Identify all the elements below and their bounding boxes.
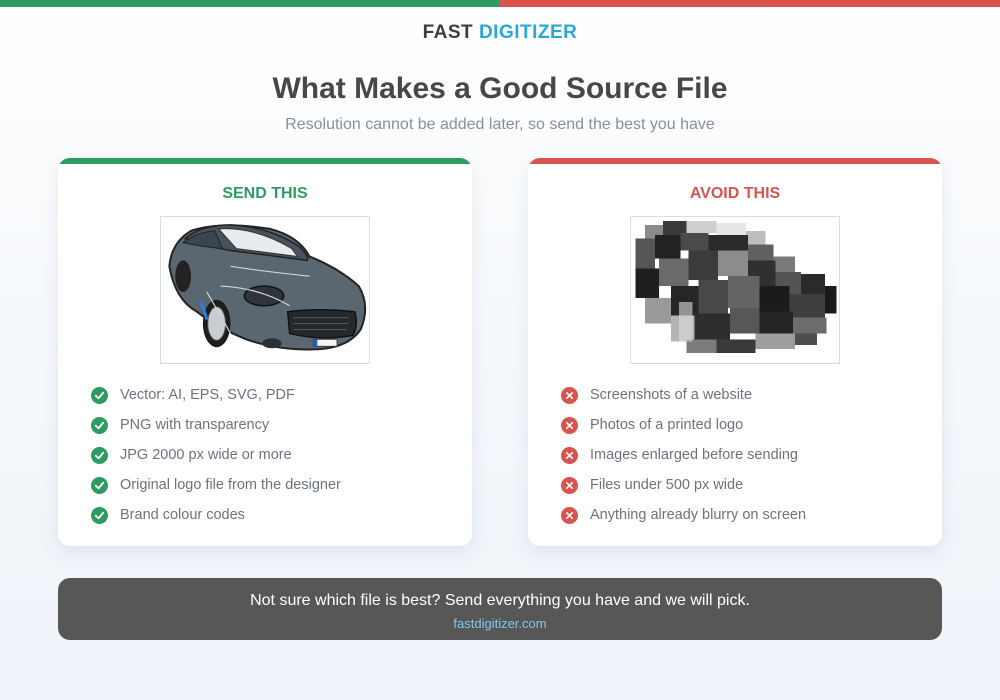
- list-item-label: Anything already blurry on screen: [590, 507, 807, 523]
- website-link[interactable]: fastdigitizer.com: [58, 616, 942, 631]
- top-accent-red: [500, 0, 1000, 7]
- check-circle-icon: [91, 476, 108, 494]
- x-circle-icon: [561, 506, 578, 524]
- check-circle-icon: [91, 506, 108, 524]
- pixelated-car-image: [630, 216, 840, 364]
- x-circle-icon: [561, 416, 578, 434]
- footer-message: Not sure which file is best? Send everyt…: [250, 592, 750, 609]
- top-accent-bar: [0, 0, 1000, 7]
- brand-word-digitizer: DIGITIZER: [478, 22, 578, 43]
- list-item: Anything already blurry on screen: [561, 500, 921, 530]
- list-item-label: Images enlarged before sending: [590, 447, 798, 463]
- top-accent-green: [0, 0, 500, 7]
- list-item: Vector: AI, EPS, SVG, PDF: [91, 380, 451, 410]
- sharp-car-image: [160, 216, 370, 364]
- list-item: Brand colour codes: [91, 500, 451, 530]
- list-item-label: Photos of a printed logo: [590, 417, 744, 433]
- brand-logo: FAST DIGITIZER: [0, 22, 1000, 44]
- x-circle-icon: [561, 476, 578, 494]
- send-this-card: SEND THIS Vector: AI, EPS, SVG, PDF PNG …: [58, 158, 472, 546]
- check-circle-icon: [91, 416, 108, 434]
- list-item-label: PNG with transparency: [120, 417, 270, 433]
- check-circle-icon: [91, 386, 108, 404]
- list-item-label: Brand colour codes: [120, 507, 245, 523]
- list-item: Photos of a printed logo: [561, 410, 921, 440]
- check-circle-icon: [91, 446, 108, 464]
- list-item: Images enlarged before sending: [561, 440, 921, 470]
- list-item-label: Vector: AI, EPS, SVG, PDF: [120, 387, 295, 403]
- x-circle-icon: [561, 386, 578, 404]
- list-item: Screenshots of a website: [561, 380, 921, 410]
- avoid-this-heading: AVOID THIS: [689, 185, 781, 202]
- page-title: What Makes a Good Source File: [272, 72, 728, 105]
- list-item: PNG with transparency: [91, 410, 451, 440]
- send-this-stripe: [58, 158, 472, 164]
- x-circle-icon: [561, 446, 578, 464]
- avoid-this-stripe: [528, 158, 942, 164]
- list-item: Files under 500 px wide: [561, 470, 921, 500]
- list-item: JPG 2000 px wide or more: [91, 440, 451, 470]
- send-this-heading: SEND THIS: [222, 185, 308, 202]
- avoid-this-list: Screenshots of a website Photos of a pri…: [561, 380, 921, 530]
- list-item: Original logo file from the designer: [91, 470, 451, 500]
- footer-banner: Not sure which file is best? Send everyt…: [58, 578, 942, 640]
- list-item-label: JPG 2000 px wide or more: [120, 447, 292, 463]
- list-item-label: Screenshots of a website: [590, 387, 753, 403]
- list-item-label: Original logo file from the designer: [120, 477, 341, 493]
- send-this-list: Vector: AI, EPS, SVG, PDF PNG with trans…: [91, 380, 451, 530]
- list-item-label: Files under 500 px wide: [590, 477, 744, 493]
- avoid-this-card: AVOID THIS Screenshots of a website Phot…: [528, 158, 942, 546]
- page-subtitle: Resolution cannot be added later, so sen…: [285, 116, 715, 133]
- brand-word-fast: FAST: [422, 22, 474, 43]
